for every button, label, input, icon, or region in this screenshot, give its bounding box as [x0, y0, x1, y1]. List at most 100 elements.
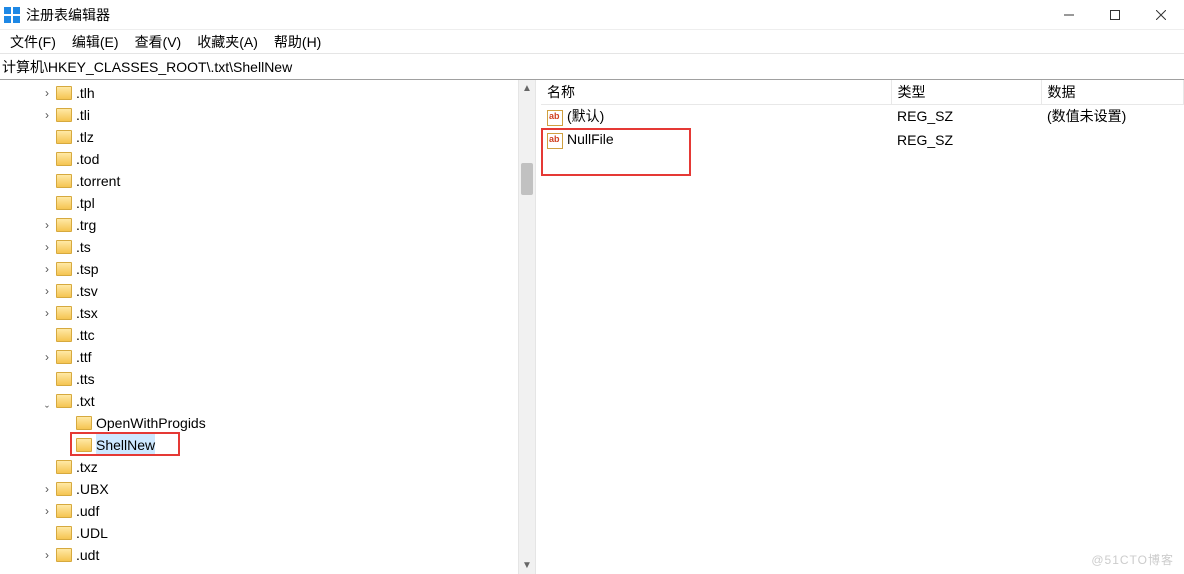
- tree-node[interactable]: .tts: [0, 368, 535, 390]
- titlebar: 注册表编辑器: [0, 0, 1184, 30]
- value-name: (默认): [567, 108, 604, 124]
- chevron-right-icon[interactable]: ›: [40, 302, 54, 324]
- tree-node-label: .UDL: [76, 522, 108, 544]
- chevron-down-icon[interactable]: ˬ: [40, 390, 54, 412]
- tree-node-label: .trg: [76, 214, 96, 236]
- tree-node-label: .tts: [76, 368, 95, 390]
- menu-view[interactable]: 查看(V): [127, 30, 190, 54]
- tree-node[interactable]: .tpl: [0, 192, 535, 214]
- folder-icon: [56, 306, 72, 320]
- value-name: NullFile: [567, 131, 614, 147]
- chevron-right-icon[interactable]: ›: [40, 258, 54, 280]
- folder-icon: [56, 548, 72, 562]
- folder-icon: [56, 262, 72, 276]
- value-name-cell: (默认): [541, 104, 891, 128]
- tree-node[interactable]: › .ts: [0, 236, 535, 258]
- chevron-right-icon[interactable]: ›: [40, 82, 54, 104]
- string-value-icon: [547, 133, 563, 149]
- scroll-up-icon[interactable]: ▲: [519, 80, 535, 97]
- folder-icon: [56, 482, 72, 496]
- minimize-button[interactable]: [1046, 0, 1092, 30]
- address-bar[interactable]: 计算机\HKEY_CLASSES_ROOT\.txt\ShellNew: [0, 54, 1184, 80]
- tree-node-label: .udf: [76, 500, 99, 522]
- tree-node-label: .txt: [76, 390, 95, 412]
- folder-icon: [56, 86, 72, 100]
- tree-node[interactable]: › .tli: [0, 104, 535, 126]
- tree-node-label: .tlz: [76, 126, 94, 148]
- main-area: ›.tlh›.tli.tlz.tod.torrent.tpl›.trg›.ts›…: [0, 80, 1184, 574]
- table-row[interactable]: (默认)REG_SZ(数值未设置): [541, 104, 1184, 128]
- tree-node[interactable]: ›.tlh: [0, 82, 535, 104]
- column-header-name[interactable]: 名称: [541, 80, 891, 104]
- string-value-icon: [547, 110, 563, 126]
- tree-node[interactable]: ShellNew: [0, 434, 535, 456]
- chevron-right-icon[interactable]: ›: [40, 280, 54, 302]
- tree-scrollbar[interactable]: ▲ ▼: [518, 80, 535, 574]
- chevron-right-icon[interactable]: ›: [40, 236, 54, 258]
- chevron-right-icon[interactable]: ›: [40, 214, 54, 236]
- folder-icon: [56, 460, 72, 474]
- menu-help[interactable]: 帮助(H): [266, 30, 329, 54]
- tree-node-label: OpenWithProgids: [96, 412, 206, 434]
- chevron-right-icon[interactable]: ›: [40, 478, 54, 500]
- tree-node[interactable]: › .tsx: [0, 302, 535, 324]
- values-table: 名称 类型 数据 (默认)REG_SZ(数值未设置)NullFileREG_SZ: [541, 80, 1184, 152]
- tree-node[interactable]: ›.ttf: [0, 346, 535, 368]
- tree-node-label: .ts: [76, 236, 91, 258]
- menu-favorites[interactable]: 收藏夹(A): [189, 30, 266, 54]
- folder-icon: [76, 416, 92, 430]
- scroll-down-icon[interactable]: ▼: [519, 557, 535, 574]
- tree-node[interactable]: ˬ .txt: [0, 390, 535, 412]
- tree-node-label: .UBX: [76, 478, 109, 500]
- folder-icon: [56, 328, 72, 342]
- registry-tree[interactable]: ›.tlh›.tli.tlz.tod.torrent.tpl›.trg›.ts›…: [0, 80, 535, 566]
- tree-node[interactable]: .torrent: [0, 170, 535, 192]
- chevron-right-icon[interactable]: ›: [40, 104, 54, 126]
- regedit-app-icon: [4, 7, 20, 23]
- chevron-right-icon[interactable]: ›: [40, 346, 54, 368]
- folder-icon: [56, 350, 72, 364]
- tree-node[interactable]: › .udt: [0, 544, 535, 566]
- tree-node[interactable]: › .udf: [0, 500, 535, 522]
- value-data: [1041, 128, 1184, 152]
- tree-node-label: .tod: [76, 148, 99, 170]
- tree-node[interactable]: › .UBX: [0, 478, 535, 500]
- menu-edit[interactable]: 编辑(E): [64, 30, 127, 54]
- tree-node[interactable]: › .tsp: [0, 258, 535, 280]
- tree-node[interactable]: .txz: [0, 456, 535, 478]
- menubar: 文件(F) 编辑(E) 查看(V) 收藏夹(A) 帮助(H): [0, 30, 1184, 54]
- chevron-right-icon[interactable]: ›: [40, 500, 54, 522]
- tree-node-label: .udt: [76, 544, 99, 566]
- maximize-button[interactable]: [1092, 0, 1138, 30]
- address-text: 计算机\HKEY_CLASSES_ROOT\.txt\ShellNew: [2, 57, 292, 77]
- chevron-right-icon[interactable]: ›: [40, 544, 54, 566]
- tree-node-label: .tsx: [76, 302, 98, 324]
- folder-icon: [56, 174, 72, 188]
- value-name-cell: NullFile: [541, 128, 891, 152]
- tree-node[interactable]: .tlz: [0, 126, 535, 148]
- tree-node-label: .tpl: [76, 192, 95, 214]
- tree-node[interactable]: .ttc: [0, 324, 535, 346]
- folder-icon: [56, 108, 72, 122]
- scroll-track[interactable]: [519, 97, 535, 557]
- column-header-data[interactable]: 数据: [1041, 80, 1184, 104]
- tree-node[interactable]: › .tsv: [0, 280, 535, 302]
- tree-node-label: .torrent: [76, 170, 120, 192]
- tree-node-label: .txz: [76, 456, 98, 478]
- folder-icon: [56, 372, 72, 386]
- close-button[interactable]: [1138, 0, 1184, 30]
- tree-node[interactable]: .UDL: [0, 522, 535, 544]
- scroll-thumb[interactable]: [521, 163, 533, 195]
- tree-node[interactable]: OpenWithProgids: [0, 412, 535, 434]
- tree-node[interactable]: › .trg: [0, 214, 535, 236]
- tree-node-label: .tsv: [76, 280, 98, 302]
- menu-file[interactable]: 文件(F): [2, 30, 64, 54]
- folder-icon: [56, 504, 72, 518]
- tree-node-label: .tli: [76, 104, 90, 126]
- tree-node[interactable]: .tod: [0, 148, 535, 170]
- table-row[interactable]: NullFileREG_SZ: [541, 128, 1184, 152]
- folder-icon: [56, 526, 72, 540]
- tree-node-label: .tsp: [76, 258, 99, 280]
- tree-node-label: .ttc: [76, 324, 95, 346]
- column-header-type[interactable]: 类型: [891, 80, 1041, 104]
